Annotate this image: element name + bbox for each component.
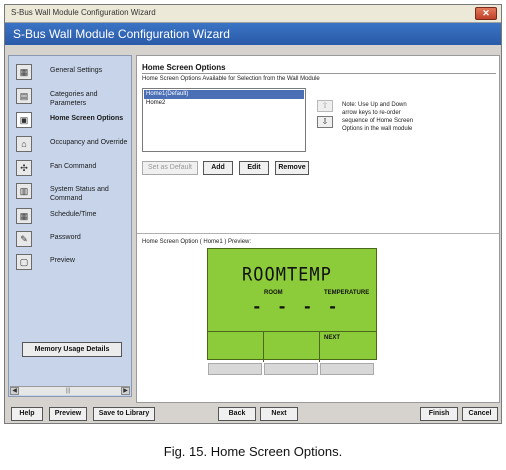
window-title: S-Bus Wall Module Configuration Wizard bbox=[11, 8, 156, 17]
header-title: S-Bus Wall Module Configuration Wizard bbox=[13, 27, 230, 41]
set-default-button[interactable]: Set as Default bbox=[142, 161, 198, 175]
sidebar-item-label: Categories and Parameters bbox=[50, 91, 98, 107]
lcd-next-label: NEXT bbox=[324, 335, 341, 341]
section-divider bbox=[137, 233, 499, 234]
list-item[interactable]: Home1(Default) bbox=[144, 90, 304, 99]
occupancy-icon: ⌂ bbox=[16, 136, 32, 152]
scroll-right-icon[interactable]: ▶ bbox=[121, 387, 130, 395]
help-button[interactable]: Help bbox=[11, 407, 43, 421]
move-down-icon[interactable]: ⇩ bbox=[317, 116, 333, 128]
preview-label: Home Screen Option ( Home1 ) Preview: bbox=[142, 239, 252, 245]
add-button[interactable]: Add bbox=[203, 161, 233, 175]
main-panel: Home Screen Options Home Screen Options … bbox=[136, 55, 500, 403]
wizard-window: S-Bus Wall Module Configuration Wizard ✕… bbox=[4, 4, 502, 424]
wizard-header: S-Bus Wall Module Configuration Wizard bbox=[5, 23, 501, 45]
sidebar-item-label: Preview bbox=[50, 257, 75, 264]
sidebar-item-label: System Status and Command bbox=[50, 186, 109, 202]
lcd-softkey-1 bbox=[208, 332, 264, 362]
general-settings-icon: ▦ bbox=[16, 64, 32, 80]
lcd-temperature-label: TEMPERATURE bbox=[324, 290, 370, 296]
list-item[interactable]: Home2 bbox=[144, 99, 304, 108]
sidebar-item-preview[interactable]: ▢ Preview bbox=[14, 252, 132, 272]
title-divider bbox=[142, 73, 496, 74]
lcd-main-text: ROOMTEMP bbox=[242, 264, 332, 286]
scroll-left-icon[interactable]: ◀ bbox=[10, 387, 19, 395]
sidebar-item-label: Home Screen Options bbox=[50, 115, 124, 122]
soft-button-2[interactable] bbox=[264, 363, 318, 375]
save-to-library-button[interactable]: Save to Library bbox=[93, 407, 155, 421]
sidebar-item-occupancy[interactable]: ⌂ Occupancy and Override bbox=[14, 134, 132, 154]
page-title: Home Screen Options bbox=[142, 63, 226, 72]
sidebar-item-categories[interactable]: ▤ Categories and Parameters bbox=[14, 86, 132, 107]
reorder-note: Note: Use Up and Down arrow keys to re-o… bbox=[342, 102, 414, 132]
password-icon: ✎ bbox=[16, 231, 32, 247]
home-screen-list[interactable]: Home1(Default) Home2 bbox=[142, 88, 306, 152]
sidebar-item-general-settings[interactable]: ▦ General Settings bbox=[14, 62, 132, 82]
home-screen-icon: ▣ bbox=[16, 112, 32, 128]
lcd-softkey-row: NEXT bbox=[208, 331, 378, 362]
sidebar-item-label: Schedule/Time bbox=[50, 211, 97, 218]
soft-button-1[interactable] bbox=[208, 363, 262, 375]
sidebar-item-fan-command[interactable]: ✣ Fan Command bbox=[14, 158, 132, 178]
sidebar-item-home-screen[interactable]: ▣ Home Screen Options bbox=[14, 110, 132, 130]
sidebar-item-password[interactable]: ✎ Password bbox=[14, 229, 132, 249]
figure-caption: Fig. 15. Home Screen Options. bbox=[163, 444, 343, 459]
cancel-button[interactable]: Cancel bbox=[462, 407, 498, 421]
lcd-softkey-2 bbox=[264, 332, 320, 362]
sidebar-item-label: General Settings bbox=[50, 67, 103, 74]
sidebar-scrollbar[interactable]: ◀ ||| ▶ bbox=[10, 386, 130, 395]
scroll-thumb[interactable]: ||| bbox=[60, 388, 76, 394]
preview-icon: ▢ bbox=[16, 254, 32, 270]
sidebar-item-system-status[interactable]: ▥ System Status and Command bbox=[14, 181, 132, 202]
sidebar-item-label: Occupancy and Override bbox=[50, 139, 128, 146]
system-status-icon: ▥ bbox=[16, 183, 32, 199]
sidebar: ▦ General Settings ▤ Categories and Para… bbox=[8, 55, 132, 397]
next-button[interactable]: Next bbox=[260, 407, 298, 421]
fan-icon: ✣ bbox=[16, 160, 32, 176]
memory-usage-button[interactable]: Memory Usage Details bbox=[22, 342, 122, 357]
title-bar: S-Bus Wall Module Configuration Wizard ✕ bbox=[5, 5, 501, 23]
categories-icon: ▤ bbox=[16, 88, 32, 104]
sidebar-item-label: Password bbox=[50, 234, 81, 241]
preview-button[interactable]: Preview bbox=[49, 407, 87, 421]
finish-button[interactable]: Finish bbox=[420, 407, 458, 421]
soft-button-3[interactable] bbox=[320, 363, 374, 375]
back-button[interactable]: Back bbox=[218, 407, 256, 421]
remove-button[interactable]: Remove bbox=[275, 161, 309, 175]
page-subtitle: Home Screen Options Available for Select… bbox=[142, 76, 320, 82]
lcd-value-dashes: - - - - bbox=[252, 297, 341, 316]
schedule-icon: ▦ bbox=[16, 208, 32, 224]
lcd-room-label: ROOM bbox=[264, 290, 283, 296]
lcd-preview: ROOMTEMP ROOM TEMPERATURE - - - - NEXT bbox=[207, 248, 378, 362]
edit-button[interactable]: Edit bbox=[239, 161, 269, 175]
close-icon[interactable]: ✕ bbox=[475, 7, 497, 20]
move-up-icon[interactable]: ⇧ bbox=[317, 100, 333, 112]
sidebar-item-label: Fan Command bbox=[50, 163, 97, 170]
lcd-softkey-3: NEXT bbox=[320, 332, 378, 362]
sidebar-item-schedule[interactable]: ▦ Schedule/Time bbox=[14, 206, 132, 226]
